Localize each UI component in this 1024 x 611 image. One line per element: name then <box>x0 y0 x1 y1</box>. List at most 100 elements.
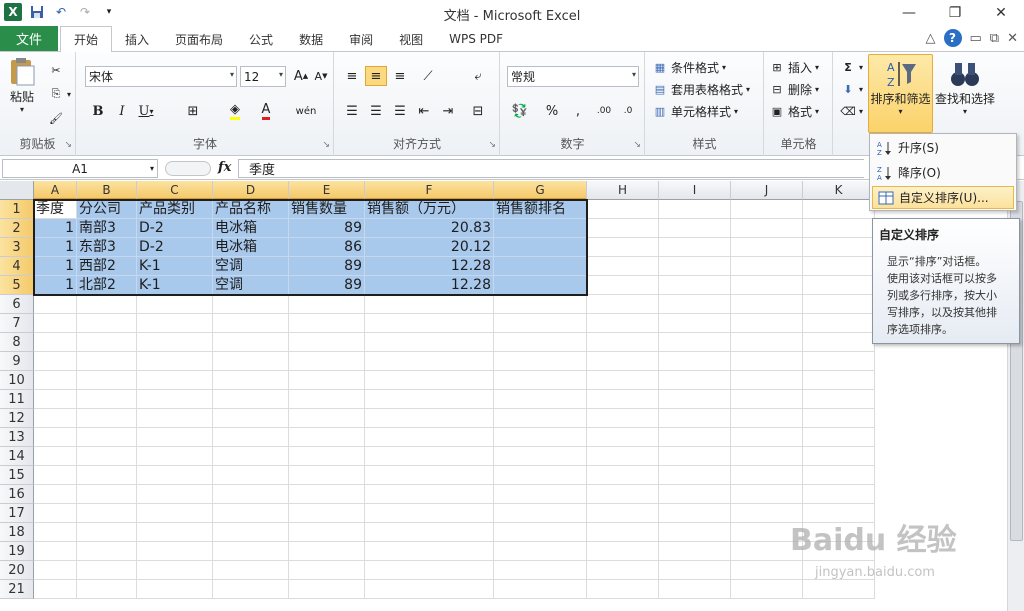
cell[interactable] <box>803 200 875 219</box>
cell[interactable] <box>77 428 137 447</box>
cell[interactable]: 季度 <box>34 200 77 219</box>
cell[interactable] <box>137 333 213 352</box>
italic-button[interactable]: I <box>111 101 133 121</box>
tab-insert[interactable]: 插入 <box>112 26 162 52</box>
cell[interactable]: 1 <box>34 257 77 276</box>
cell[interactable] <box>289 542 365 561</box>
row-header[interactable]: 11 <box>0 390 34 409</box>
cell[interactable] <box>494 428 587 447</box>
column-header[interactable]: F <box>365 181 494 200</box>
cell[interactable] <box>659 333 731 352</box>
cell[interactable] <box>731 333 803 352</box>
cell[interactable] <box>494 333 587 352</box>
column-header[interactable]: I <box>659 181 731 200</box>
cell[interactable] <box>34 580 77 599</box>
cell[interactable] <box>289 371 365 390</box>
cell[interactable]: 南部3 <box>77 219 137 238</box>
cell[interactable] <box>137 371 213 390</box>
cell[interactable] <box>289 580 365 599</box>
help-icon[interactable]: ? <box>943 29 962 47</box>
cell[interactable] <box>659 200 731 219</box>
format-cells-button[interactable]: ▣ 格式 ▾ <box>769 101 819 121</box>
align-bottom-icon[interactable]: ≡ <box>389 66 411 86</box>
cell[interactable] <box>587 409 659 428</box>
row-header[interactable]: 2 <box>0 219 34 238</box>
cell[interactable] <box>34 485 77 504</box>
cell[interactable] <box>731 428 803 447</box>
cell[interactable]: 北部2 <box>77 276 137 295</box>
cell[interactable] <box>213 409 289 428</box>
collapse-ribbon-icon[interactable]: △ <box>926 31 936 46</box>
row-header[interactable]: 14 <box>0 447 34 466</box>
cell[interactable] <box>494 371 587 390</box>
decrease-font-icon[interactable]: A ▼ <box>310 66 332 86</box>
row-header[interactable]: 21 <box>0 580 34 599</box>
cell[interactable] <box>587 238 659 257</box>
cell[interactable] <box>659 276 731 295</box>
cell[interactable] <box>659 428 731 447</box>
cell[interactable] <box>137 523 213 542</box>
cell[interactable] <box>731 485 803 504</box>
tab-view[interactable]: 视图 <box>386 26 436 52</box>
cell[interactable] <box>587 219 659 238</box>
cell[interactable] <box>213 542 289 561</box>
fill-color-icon[interactable]: ◈ <box>224 101 246 121</box>
cell[interactable]: 销售额（万元） <box>365 200 494 219</box>
increase-font-icon[interactable]: A ▲ <box>290 66 312 86</box>
cell[interactable] <box>365 447 494 466</box>
cell[interactable] <box>659 238 731 257</box>
cell[interactable] <box>77 390 137 409</box>
cell[interactable]: 东部3 <box>77 238 137 257</box>
cell[interactable] <box>77 295 137 314</box>
currency-icon[interactable]: 💱 <box>509 101 531 121</box>
format-painter-button[interactable]: 🖌 <box>48 108 64 128</box>
align-right-icon[interactable]: ☰ <box>389 101 411 121</box>
comma-icon[interactable]: , <box>567 101 589 121</box>
cell[interactable] <box>587 504 659 523</box>
window-minimize-icon[interactable]: ▭ <box>970 31 982 46</box>
decrease-indent-icon[interactable]: ⇤ <box>413 101 435 121</box>
cell[interactable] <box>34 523 77 542</box>
cell[interactable] <box>77 333 137 352</box>
minimize-icon[interactable]: — <box>886 0 932 25</box>
cell[interactable] <box>365 390 494 409</box>
cell[interactable] <box>494 447 587 466</box>
cell[interactable] <box>659 352 731 371</box>
column-header[interactable]: D <box>213 181 289 200</box>
cell[interactable] <box>137 485 213 504</box>
paste-dropdown-icon[interactable]: ▾ <box>20 105 24 114</box>
cell[interactable] <box>494 485 587 504</box>
cell[interactable]: 产品名称 <box>213 200 289 219</box>
number-format-select[interactable]: 常规 ▾ <box>507 66 639 87</box>
cell[interactable] <box>213 314 289 333</box>
cell[interactable] <box>803 409 875 428</box>
delete-cells-button[interactable]: ⊟ 删除 ▾ <box>769 79 819 99</box>
cell[interactable] <box>77 504 137 523</box>
wrap-text-icon[interactable]: ⤶ <box>467 66 489 86</box>
border-icon[interactable]: ⊞ <box>182 101 204 121</box>
cell[interactable] <box>137 295 213 314</box>
cell[interactable]: 销售额排名 <box>494 200 587 219</box>
cell[interactable] <box>494 504 587 523</box>
row-header[interactable]: 6 <box>0 295 34 314</box>
tab-formulas[interactable]: 公式 <box>236 26 286 52</box>
merge-center-icon[interactable]: ⊟ <box>467 101 489 121</box>
cell[interactable] <box>77 580 137 599</box>
cell[interactable] <box>34 314 77 333</box>
cell[interactable] <box>365 523 494 542</box>
cell[interactable]: D-2 <box>137 238 213 257</box>
cell[interactable] <box>494 219 587 238</box>
column-header[interactable]: E <box>289 181 365 200</box>
row-header[interactable]: 9 <box>0 352 34 371</box>
autosum-button[interactable]: Σ ▾ <box>840 57 863 77</box>
cell[interactable]: 1 <box>34 219 77 238</box>
conditional-format-button[interactable]: ▦ 条件格式 ▾ <box>652 57 726 77</box>
cell[interactable] <box>365 371 494 390</box>
cell[interactable] <box>213 333 289 352</box>
cell[interactable] <box>365 314 494 333</box>
cell[interactable] <box>34 352 77 371</box>
find-select-button[interactable]: 查找和选择 ▾ <box>934 58 996 116</box>
cell[interactable] <box>137 390 213 409</box>
cell[interactable] <box>289 466 365 485</box>
cell[interactable] <box>34 428 77 447</box>
